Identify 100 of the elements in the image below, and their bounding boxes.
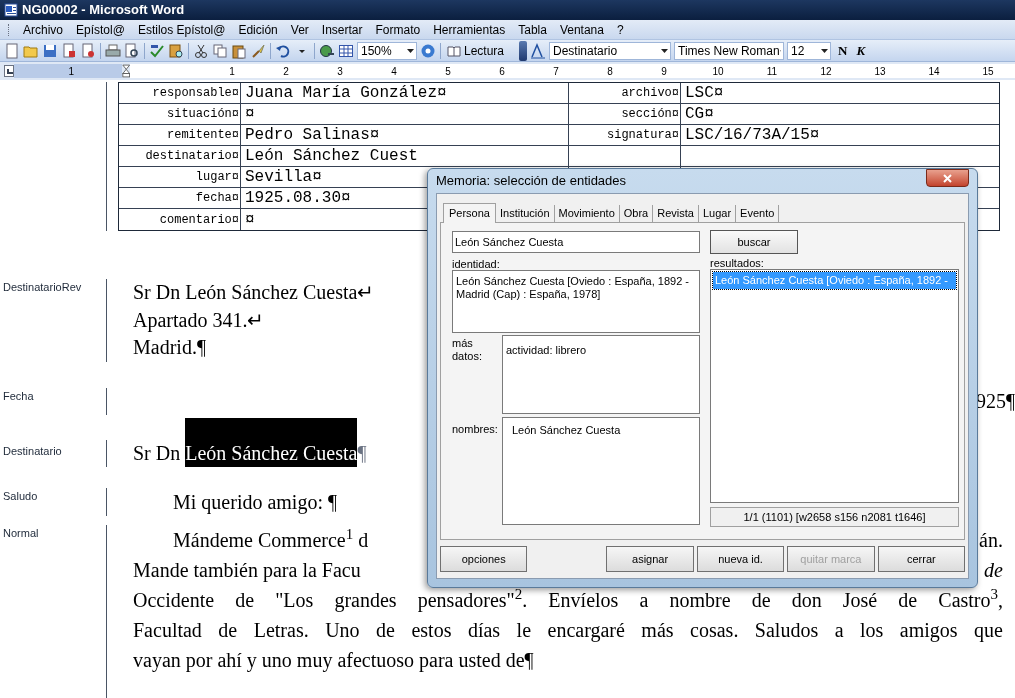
list-item[interactable]: León Sánchez Cuesta xyxy=(512,422,690,439)
ruler-number: 13 xyxy=(874,64,886,79)
dialog-button[interactable]: asignar xyxy=(606,546,694,572)
paintbrush-icon[interactable] xyxy=(250,42,266,59)
search-button[interactable]: buscar xyxy=(710,230,798,254)
word-document-icon xyxy=(4,3,18,17)
names-label: nombres: xyxy=(452,422,498,437)
paragraph-style-label: Fecha xyxy=(3,388,35,404)
font-size-dropdown[interactable]: 12 xyxy=(787,41,832,60)
table-cell: responsable¤ xyxy=(119,83,241,103)
paragraph-style-label: Saludo xyxy=(3,488,39,504)
zoom-dropdown[interactable]: 150% xyxy=(357,41,417,60)
menu-item[interactable]: Estilos Epístol@ xyxy=(137,20,226,39)
ruler-number: 5 xyxy=(445,64,451,79)
indent-marker-icon[interactable] xyxy=(121,63,130,79)
new-document-icon[interactable] xyxy=(4,42,20,59)
document-line: Madrid.¶ xyxy=(133,335,206,360)
bold-button[interactable]: N xyxy=(834,40,852,61)
table-cell: destinatario¤ xyxy=(119,146,241,166)
table-grid-icon[interactable] xyxy=(338,42,354,59)
table-cell: signatura¤ xyxy=(569,125,681,145)
research-book-icon[interactable] xyxy=(168,42,184,59)
ruler-number: 7 xyxy=(553,64,559,79)
menu-item[interactable]: Herramientas xyxy=(433,20,506,39)
ruler-number: 2 xyxy=(283,64,289,79)
spelling-check-icon[interactable] xyxy=(149,42,165,59)
help-icon[interactable] xyxy=(420,42,436,59)
open-book-icon xyxy=(447,44,461,57)
printer-icon[interactable] xyxy=(105,42,121,59)
document-line: Mande también para la Facu xyxy=(133,557,361,584)
close-icon xyxy=(943,173,952,183)
results-status: 1/1 (1101) [w2658 s156 n2081 t1646] xyxy=(710,507,959,527)
tab[interactable]: Persona xyxy=(443,203,496,223)
paragraph-style-label: Destinatario xyxy=(3,443,63,459)
scissors-icon[interactable] xyxy=(193,42,209,59)
table-cell-text: LSC¤ xyxy=(684,83,725,103)
menu-item[interactable]: ? xyxy=(616,20,624,39)
paragraph-style-label: Normal xyxy=(3,525,40,541)
document-line: Sr Dn León Sánchez Cuesta↵ xyxy=(133,280,375,305)
ruler-number: 8 xyxy=(607,64,613,79)
toolbar-handle[interactable] xyxy=(519,40,528,61)
dialog-button[interactable]: nueva id. xyxy=(696,546,785,572)
document-line: Sr Dn xyxy=(133,440,182,466)
tab-stop-button[interactable] xyxy=(4,65,15,77)
document-line: Mi querido amigo: ¶ xyxy=(173,490,338,513)
search-field[interactable]: León Sánchez Cuesta xyxy=(452,231,700,253)
table-cell: remitente¤ xyxy=(119,125,241,145)
table-cell-text: CG¤ xyxy=(684,104,715,124)
ruler-number: 11 xyxy=(766,64,778,79)
ruler-number: 3 xyxy=(337,64,343,79)
table-cell: Pedro Salinas¤ xyxy=(241,125,569,145)
identity-label: identidad: xyxy=(452,257,501,270)
table-cell: León Sánchez Cuest xyxy=(241,146,569,166)
close-button[interactable] xyxy=(926,169,969,187)
more-data-label: más datos: xyxy=(452,336,483,364)
style-dropdown[interactable]: Destinatario xyxy=(549,41,672,60)
document-line: Apartado 341.↵ xyxy=(133,307,265,334)
ruler-number: 12 xyxy=(820,64,832,79)
table-cell-text: LSC/16/73A/15¤ xyxy=(684,125,821,145)
document-line: Mándeme Commerce$^{1}$ d xyxy=(173,525,369,553)
table-cell: archivo¤ xyxy=(569,83,681,103)
paragraph-mark: ¶ xyxy=(357,440,367,466)
menu-item[interactable]: Ventana xyxy=(559,20,604,39)
menu-item[interactable]: Ver xyxy=(290,20,309,39)
table-cell: comentario¤ xyxy=(119,209,241,230)
document-line: vayan por ahí y uno muy afectuoso para usted de¶ xyxy=(133,647,535,674)
more-data-box: actividad: librero xyxy=(502,335,700,414)
identity-box: León Sánchez Cuesta [Oviedo : España, 1892 - Madrid (Cap) : España, 1978] xyxy=(452,270,700,333)
table-cell: Juana María González¤ xyxy=(241,83,569,103)
table-cell: fecha¤ xyxy=(119,188,241,208)
document-line: án. xyxy=(979,527,1003,553)
results-label: resultados: xyxy=(710,256,765,269)
italic-button[interactable]: K xyxy=(854,40,868,61)
ruler-number: 10 xyxy=(712,64,724,79)
paragraph-style-label: DestinatarioRev xyxy=(3,280,83,295)
table-cell: lugar¤ xyxy=(119,167,241,187)
table-cell: sección¤ xyxy=(569,104,681,124)
ruler-number: 1 xyxy=(68,64,74,79)
clipboard-icon[interactable] xyxy=(231,42,247,59)
menu-item[interactable]: Edición xyxy=(238,20,278,39)
document-line: Facultad de Letras. Uno de estos días le encargaré más cosas. Saludos a los amigos que xyxy=(133,617,1003,644)
copy-icon[interactable] xyxy=(212,42,228,59)
dialog-button[interactable]: cerrar xyxy=(877,546,966,572)
menu-item[interactable]: Formato xyxy=(375,20,421,39)
table-cell: situación¤ xyxy=(119,104,241,124)
reading-button[interactable]: Lectura xyxy=(445,41,507,60)
menu-item[interactable]: Archivo xyxy=(23,20,63,39)
dialog-button[interactable]: opciones xyxy=(440,546,528,572)
menu-item[interactable]: Insertar xyxy=(321,20,363,39)
menu-item[interactable]: Tabla xyxy=(518,20,547,39)
ruler-number: 15 xyxy=(982,64,994,79)
table-cell: ¤ xyxy=(241,104,569,124)
font-dropdown[interactable]: Times New Roman xyxy=(674,41,785,60)
ruler-number: 6 xyxy=(499,64,505,79)
ruler-number: 14 xyxy=(928,64,940,79)
menu-item[interactable]: Epístol@ xyxy=(76,20,125,39)
print-preview-icon[interactable] xyxy=(124,42,140,59)
ruler-number: 9 xyxy=(661,64,667,79)
ruler-number: 4 xyxy=(391,64,397,79)
document-line: de xyxy=(984,557,1003,583)
